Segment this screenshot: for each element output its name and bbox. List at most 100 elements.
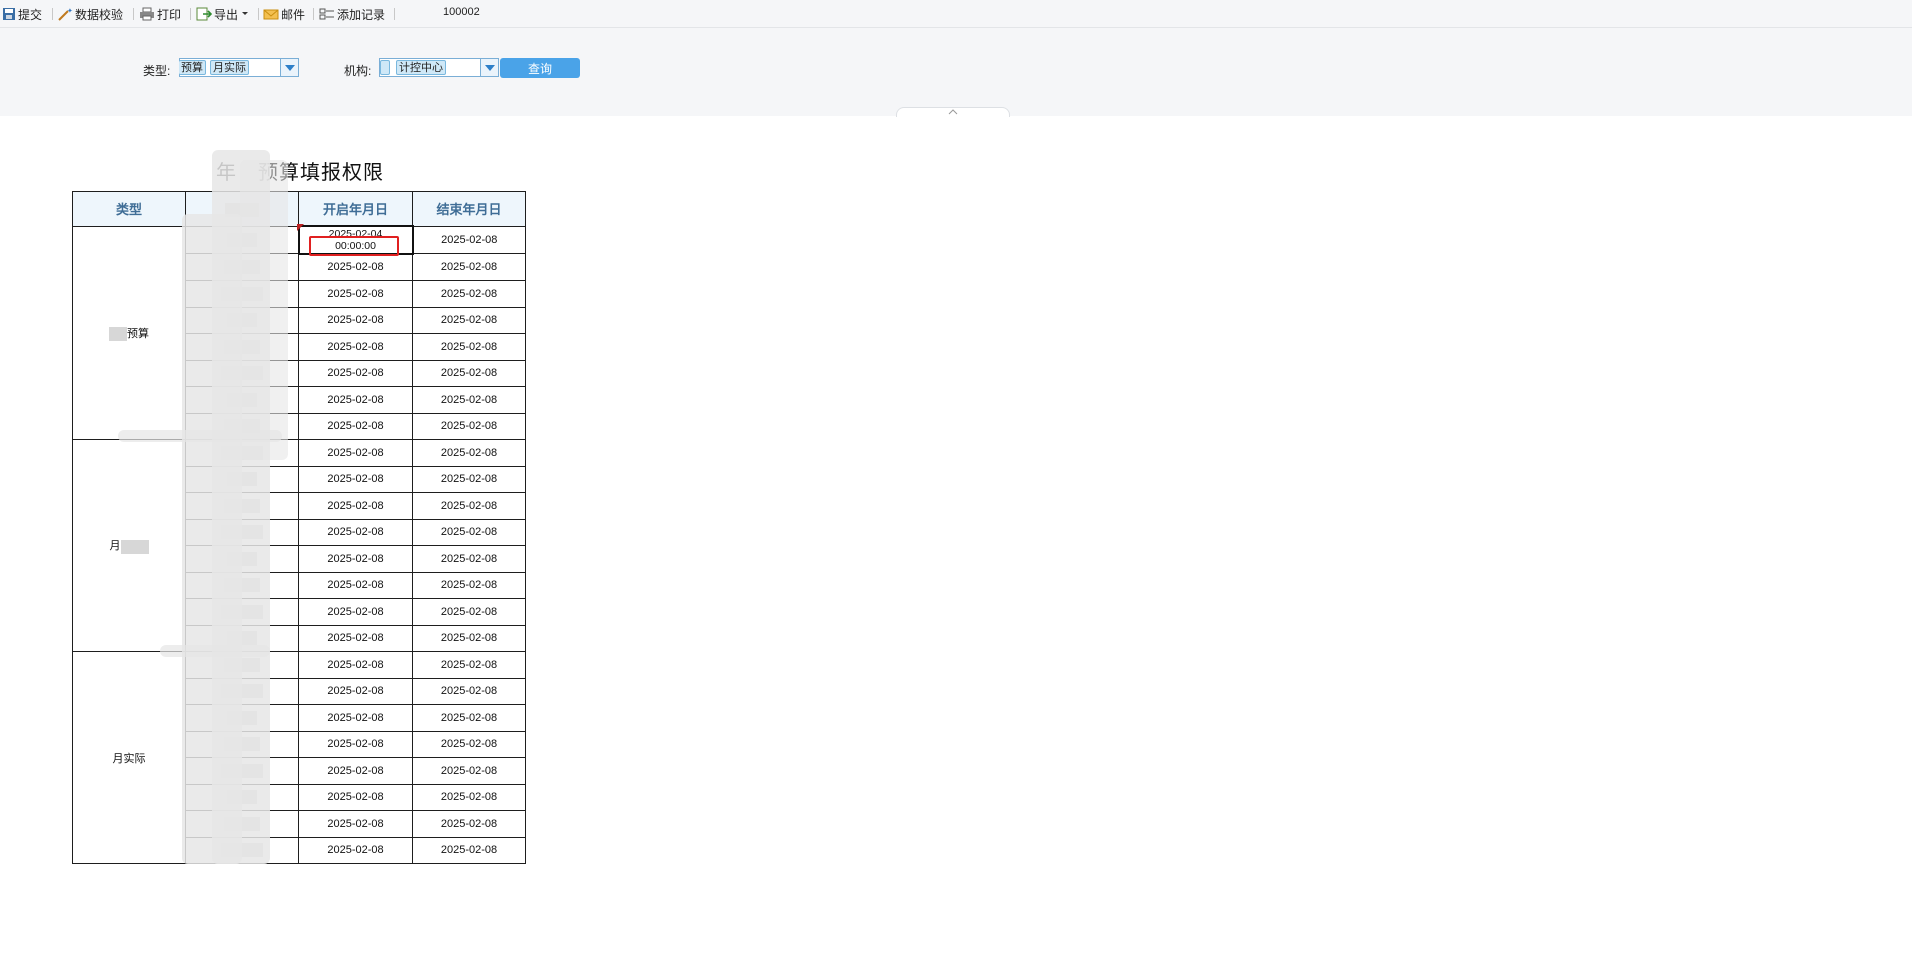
type-dropdown-arrow[interactable] (280, 59, 298, 76)
end-date-cell[interactable]: 2025-02-08 (412, 225, 526, 254)
end-date-cell[interactable]: 2025-02-08 (412, 280, 526, 308)
table-row: 月实际 2025-02-08 2025-02-08 (72, 651, 526, 864)
toolbar-divider (190, 8, 191, 20)
start-date-cell[interactable]: 2025-02-08 (298, 465, 413, 493)
type-group-cell: 月实际 (72, 651, 186, 864)
toolbar-divider (258, 8, 259, 20)
redacted-text (120, 539, 149, 554)
start-date-cell[interactable]: 2025-02-08 (298, 598, 413, 626)
redaction-smear (160, 645, 270, 657)
mail-label: 邮件 (281, 7, 306, 22)
start-date-cell[interactable]: 2025-02-08 (298, 651, 413, 679)
org-chip-partial[interactable] (380, 60, 390, 75)
end-date-cell[interactable]: 2025-02-08 (412, 333, 526, 361)
comment-marker (297, 224, 304, 231)
end-date-cell[interactable]: 2025-02-08 (412, 704, 526, 732)
table-header-row: 类型 开启年月日 结束年月日 (72, 191, 526, 227)
end-date-cell[interactable]: 2025-02-08 (412, 359, 526, 387)
submit-button[interactable]: 提交 (2, 5, 42, 23)
end-date-cell[interactable]: 2025-02-08 (412, 571, 526, 599)
end-date-cell[interactable]: 2025-02-08 (412, 545, 526, 573)
start-date-cell[interactable]: 2025-02-08 (298, 280, 413, 308)
toolbar-divider (133, 8, 134, 20)
type-chip[interactable]: 预算 (179, 60, 206, 75)
chevron-down-icon (284, 64, 295, 71)
start-date-cell[interactable]: 2025-02-08 (298, 545, 413, 573)
report-title: 年 预算填报权限 (216, 162, 384, 184)
type-group-cell: 月 (72, 439, 186, 652)
start-date-cell[interactable]: 2025-02-08 (298, 704, 413, 732)
org-dropdown-arrow[interactable] (480, 59, 498, 76)
start-date-cell[interactable]: 2025-02-08 (298, 306, 413, 334)
chevron-down-icon (484, 64, 495, 71)
type-chip[interactable]: 月实际 (210, 60, 249, 75)
start-date-cell[interactable]: 2025-02-08 (298, 810, 413, 838)
end-date-cell[interactable]: 2025-02-08 (412, 306, 526, 334)
report-code: 100002 (443, 6, 480, 18)
end-date-cell[interactable]: 2025-02-08 (412, 518, 526, 546)
submit-label: 提交 (18, 7, 43, 22)
export-button[interactable]: 导出 (196, 5, 251, 23)
type-select[interactable]: 预算 月实际 (179, 58, 299, 77)
end-date-cell[interactable]: 2025-02-08 (412, 836, 526, 864)
toolbar-divider (313, 8, 314, 20)
collapse-panel-handle[interactable] (896, 107, 1010, 117)
start-date-cell[interactable]: 2025-02-08 (298, 333, 413, 361)
column-header-type: 类型 (72, 191, 186, 227)
toolbar: 提交 ✦ 数据校验 打印 导出 邮件 添加记录 100002 (0, 0, 1912, 28)
end-date-cell[interactable]: 2025-02-08 (412, 730, 526, 758)
end-date-cell[interactable]: 2025-02-08 (412, 598, 526, 626)
printer-icon (140, 7, 154, 21)
org-select[interactable]: 计控中心 (379, 58, 499, 77)
print-label: 打印 (157, 7, 182, 22)
type-group-cell: 预算 (72, 225, 186, 440)
validate-button[interactable]: ✦ 数据校验 (57, 5, 123, 23)
end-date-cell[interactable]: 2025-02-08 (412, 651, 526, 679)
column-header-start-date: 开启年月日 (298, 191, 413, 227)
start-date-cell[interactable]: 2025-02-08 (298, 253, 413, 281)
end-date-cell[interactable]: 2025-02-08 (412, 492, 526, 520)
add-record-icon (319, 8, 334, 20)
end-date-cell[interactable]: 2025-02-08 (412, 810, 526, 838)
add-record-button[interactable]: 添加记录 (319, 5, 385, 23)
start-date-cell[interactable]: 2025-02-08 (298, 757, 413, 785)
svg-text:✦: ✦ (67, 7, 73, 15)
redaction-smear (240, 160, 288, 460)
mail-button[interactable]: 邮件 (263, 5, 305, 23)
start-date-cell[interactable]: 2025-02-08 (298, 677, 413, 705)
validate-label: 数据校验 (75, 7, 124, 22)
end-date-cell[interactable]: 2025-02-08 (412, 386, 526, 414)
start-date-cell[interactable]: 2025-02-08 (298, 836, 413, 864)
end-date-cell[interactable]: 2025-02-08 (412, 439, 526, 467)
start-date-cell[interactable]: 2025-02-08 (298, 624, 413, 652)
org-label: 机构: (344, 64, 372, 78)
envelope-icon (263, 9, 279, 20)
wand-icon: ✦ (58, 7, 73, 21)
org-chip[interactable]: 计控中心 (396, 60, 446, 75)
start-date-cell[interactable]: 2025-02-08 (298, 386, 413, 414)
end-date-cell[interactable]: 2025-02-08 (412, 677, 526, 705)
end-date-cell[interactable]: 2025-02-08 (412, 253, 526, 281)
save-icon (3, 8, 15, 20)
end-date-cell[interactable]: 2025-02-08 (412, 412, 526, 440)
end-date-cell[interactable]: 2025-02-08 (412, 624, 526, 652)
start-date-cell[interactable]: 2025-02-08 (298, 492, 413, 520)
start-date-cell[interactable]: 2025-02-08 (298, 359, 413, 387)
toolbar-divider (52, 8, 53, 20)
start-date-cell[interactable]: 2025-02-08 (298, 730, 413, 758)
start-date-cell[interactable]: 2025-02-08 (298, 783, 413, 811)
export-label: 导出 (214, 7, 239, 22)
end-date-cell[interactable]: 2025-02-08 (412, 783, 526, 811)
print-button[interactable]: 打印 (139, 5, 181, 23)
start-date-cell[interactable]: 2025-02-08 (298, 518, 413, 546)
permission-table: 类型 开启年月日 结束年月日 预算 2025-02-04 00:00:00 2025-… (72, 191, 526, 864)
end-date-cell[interactable]: 2025-02-08 (412, 757, 526, 785)
chevron-up-icon (948, 109, 958, 115)
start-date-cell[interactable]: 2025-02-08 (298, 439, 413, 467)
end-date-cell[interactable]: 2025-02-08 (412, 465, 526, 493)
add-record-label: 添加记录 (337, 7, 386, 22)
table-row: 月 2025-02-08 2025-02-08 (72, 439, 526, 652)
start-date-cell[interactable]: 2025-02-08 (298, 571, 413, 599)
start-date-cell[interactable]: 2025-02-08 (298, 412, 413, 440)
query-button[interactable]: 查询 (500, 58, 580, 78)
